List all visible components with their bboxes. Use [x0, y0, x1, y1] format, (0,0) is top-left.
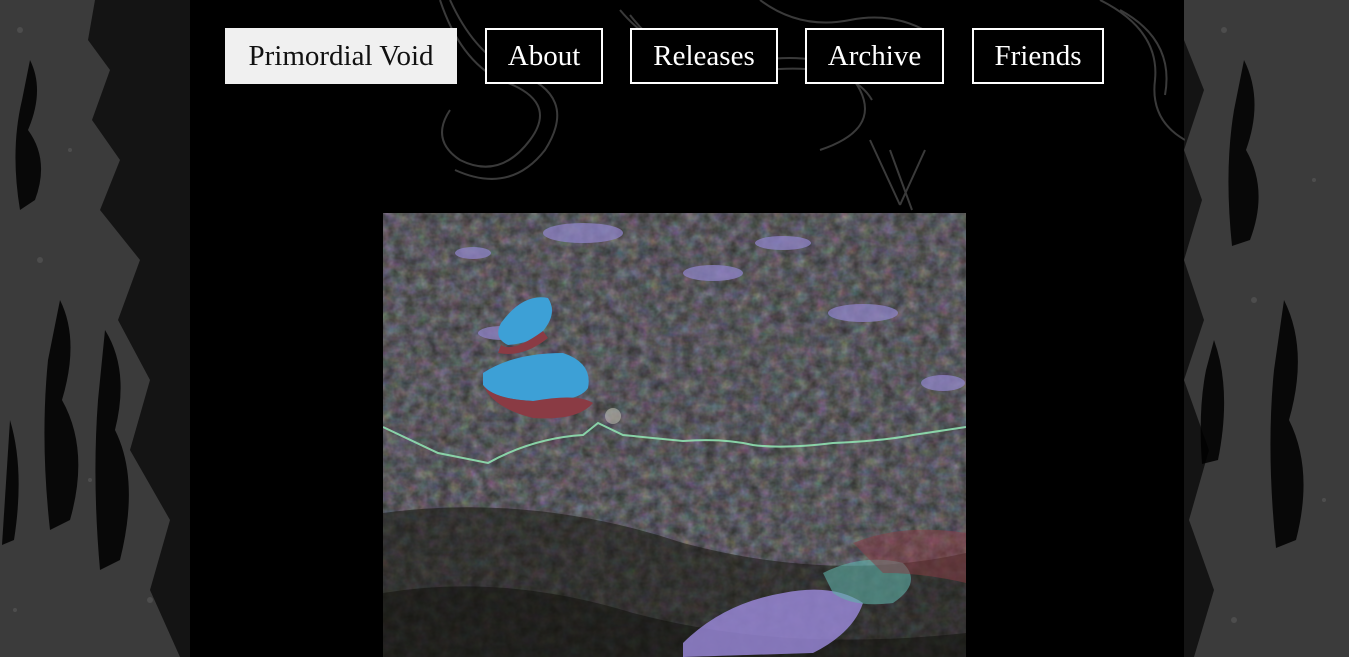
- video-still-image: [383, 213, 966, 657]
- right-background-texture: [1184, 0, 1349, 657]
- nav-archive-button[interactable]: Archive: [805, 28, 944, 84]
- nav-releases-button[interactable]: Releases: [630, 28, 778, 84]
- page: Primordial Void About Releases Archive F…: [0, 0, 1349, 657]
- nav-about-button[interactable]: About: [485, 28, 603, 84]
- main-navigation: Primordial Void About Releases Archive F…: [0, 28, 1349, 84]
- nav-home-button[interactable]: Primordial Void: [225, 28, 457, 84]
- left-background-texture: [0, 0, 200, 657]
- featured-video[interactable]: [383, 213, 966, 657]
- nav-friends-button[interactable]: Friends: [972, 28, 1104, 84]
